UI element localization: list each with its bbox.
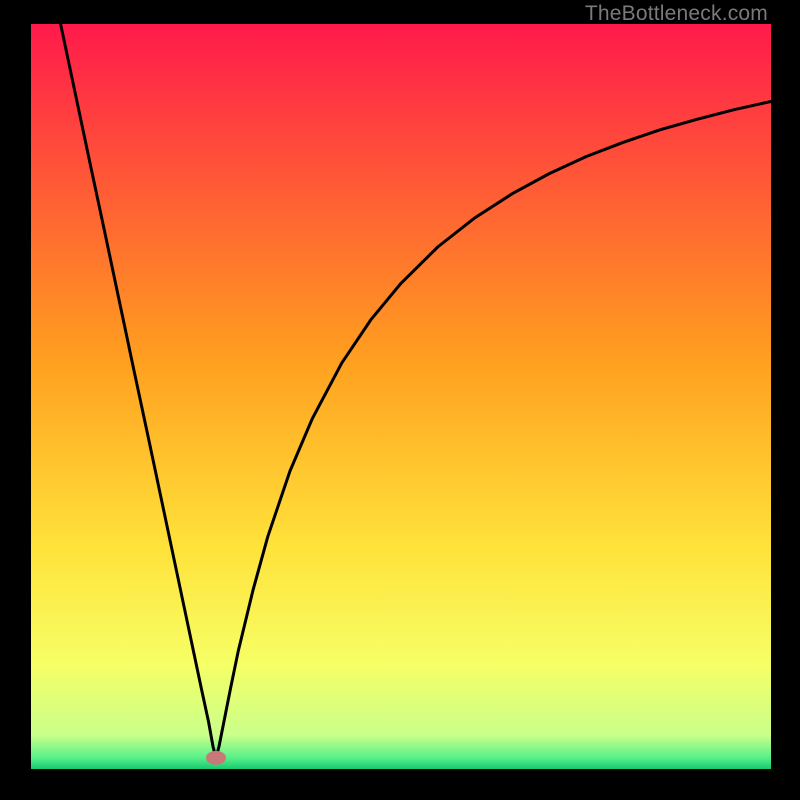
bottleneck-chart <box>31 24 771 769</box>
watermark-text: TheBottleneck.com <box>585 2 768 26</box>
chart-frame <box>31 24 771 769</box>
minimum-marker <box>206 751 226 765</box>
gradient-background <box>31 24 771 769</box>
